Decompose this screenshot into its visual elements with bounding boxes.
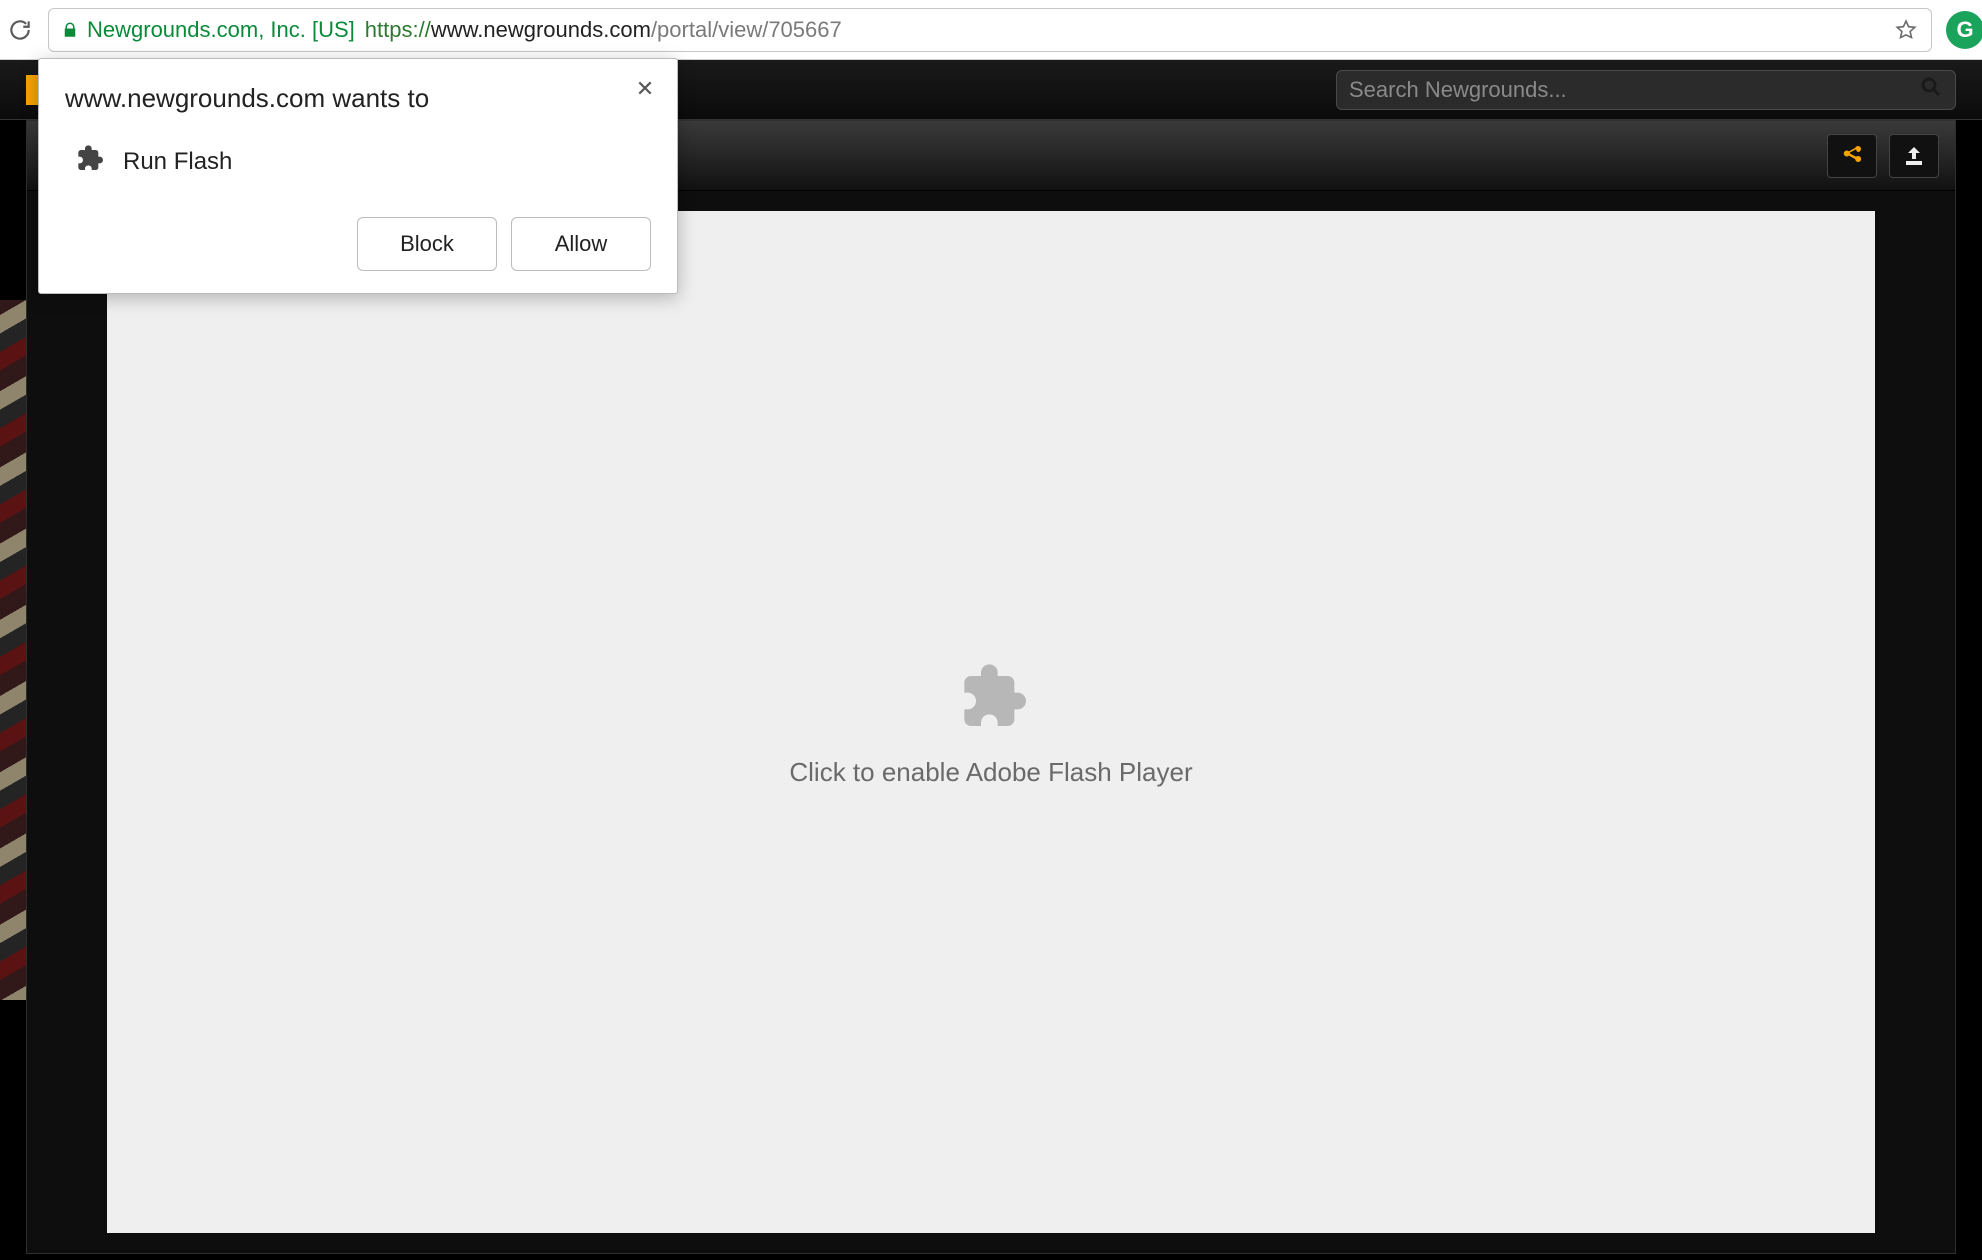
background-art xyxy=(0,300,26,1000)
block-button[interactable]: Block xyxy=(357,217,497,271)
url-scheme: https:// xyxy=(365,17,431,43)
permission-close-button[interactable]: ✕ xyxy=(631,75,659,103)
reload-button[interactable] xyxy=(0,10,40,50)
plugin-puzzle-icon xyxy=(73,142,105,181)
plugin-puzzle-icon xyxy=(951,656,1031,741)
site-search[interactable] xyxy=(1336,70,1956,110)
flash-enable-text: Click to enable Adobe Flash Player xyxy=(789,757,1192,788)
search-icon[interactable] xyxy=(1919,75,1943,105)
reload-icon xyxy=(7,17,33,43)
popout-icon xyxy=(1902,144,1926,168)
lock-icon xyxy=(61,21,79,39)
security-ev-label: Newgrounds.com, Inc. [US] xyxy=(87,17,355,43)
share-icon xyxy=(1840,144,1864,168)
allow-button[interactable]: Allow xyxy=(511,217,651,271)
share-button[interactable] xyxy=(1827,134,1877,178)
star-icon xyxy=(1894,18,1918,42)
permission-request-row: Run Flash xyxy=(73,142,651,181)
grammarly-extension-icon[interactable]: G xyxy=(1946,11,1982,49)
close-icon: ✕ xyxy=(636,76,654,102)
permission-request-label: Run Flash xyxy=(123,148,232,176)
address-bar[interactable]: Newgrounds.com, Inc. [US] https://www.ne… xyxy=(48,8,1932,52)
permission-origin-text: www.newgrounds.com wants to xyxy=(65,83,651,114)
flash-placeholder[interactable]: Click to enable Adobe Flash Player xyxy=(107,211,1875,1233)
popout-button[interactable] xyxy=(1889,134,1939,178)
browser-toolbar: Newgrounds.com, Inc. [US] https://www.ne… xyxy=(0,0,1982,60)
bookmark-button[interactable] xyxy=(1891,15,1921,45)
permission-actions: Block Allow xyxy=(65,217,651,271)
extension-letter: G xyxy=(1956,17,1973,43)
url-path: /portal/view/705667 xyxy=(651,17,842,43)
search-input[interactable] xyxy=(1349,77,1919,103)
permission-popover: ✕ www.newgrounds.com wants to Run Flash … xyxy=(38,58,678,294)
url-host: www.newgrounds.com xyxy=(431,17,651,43)
